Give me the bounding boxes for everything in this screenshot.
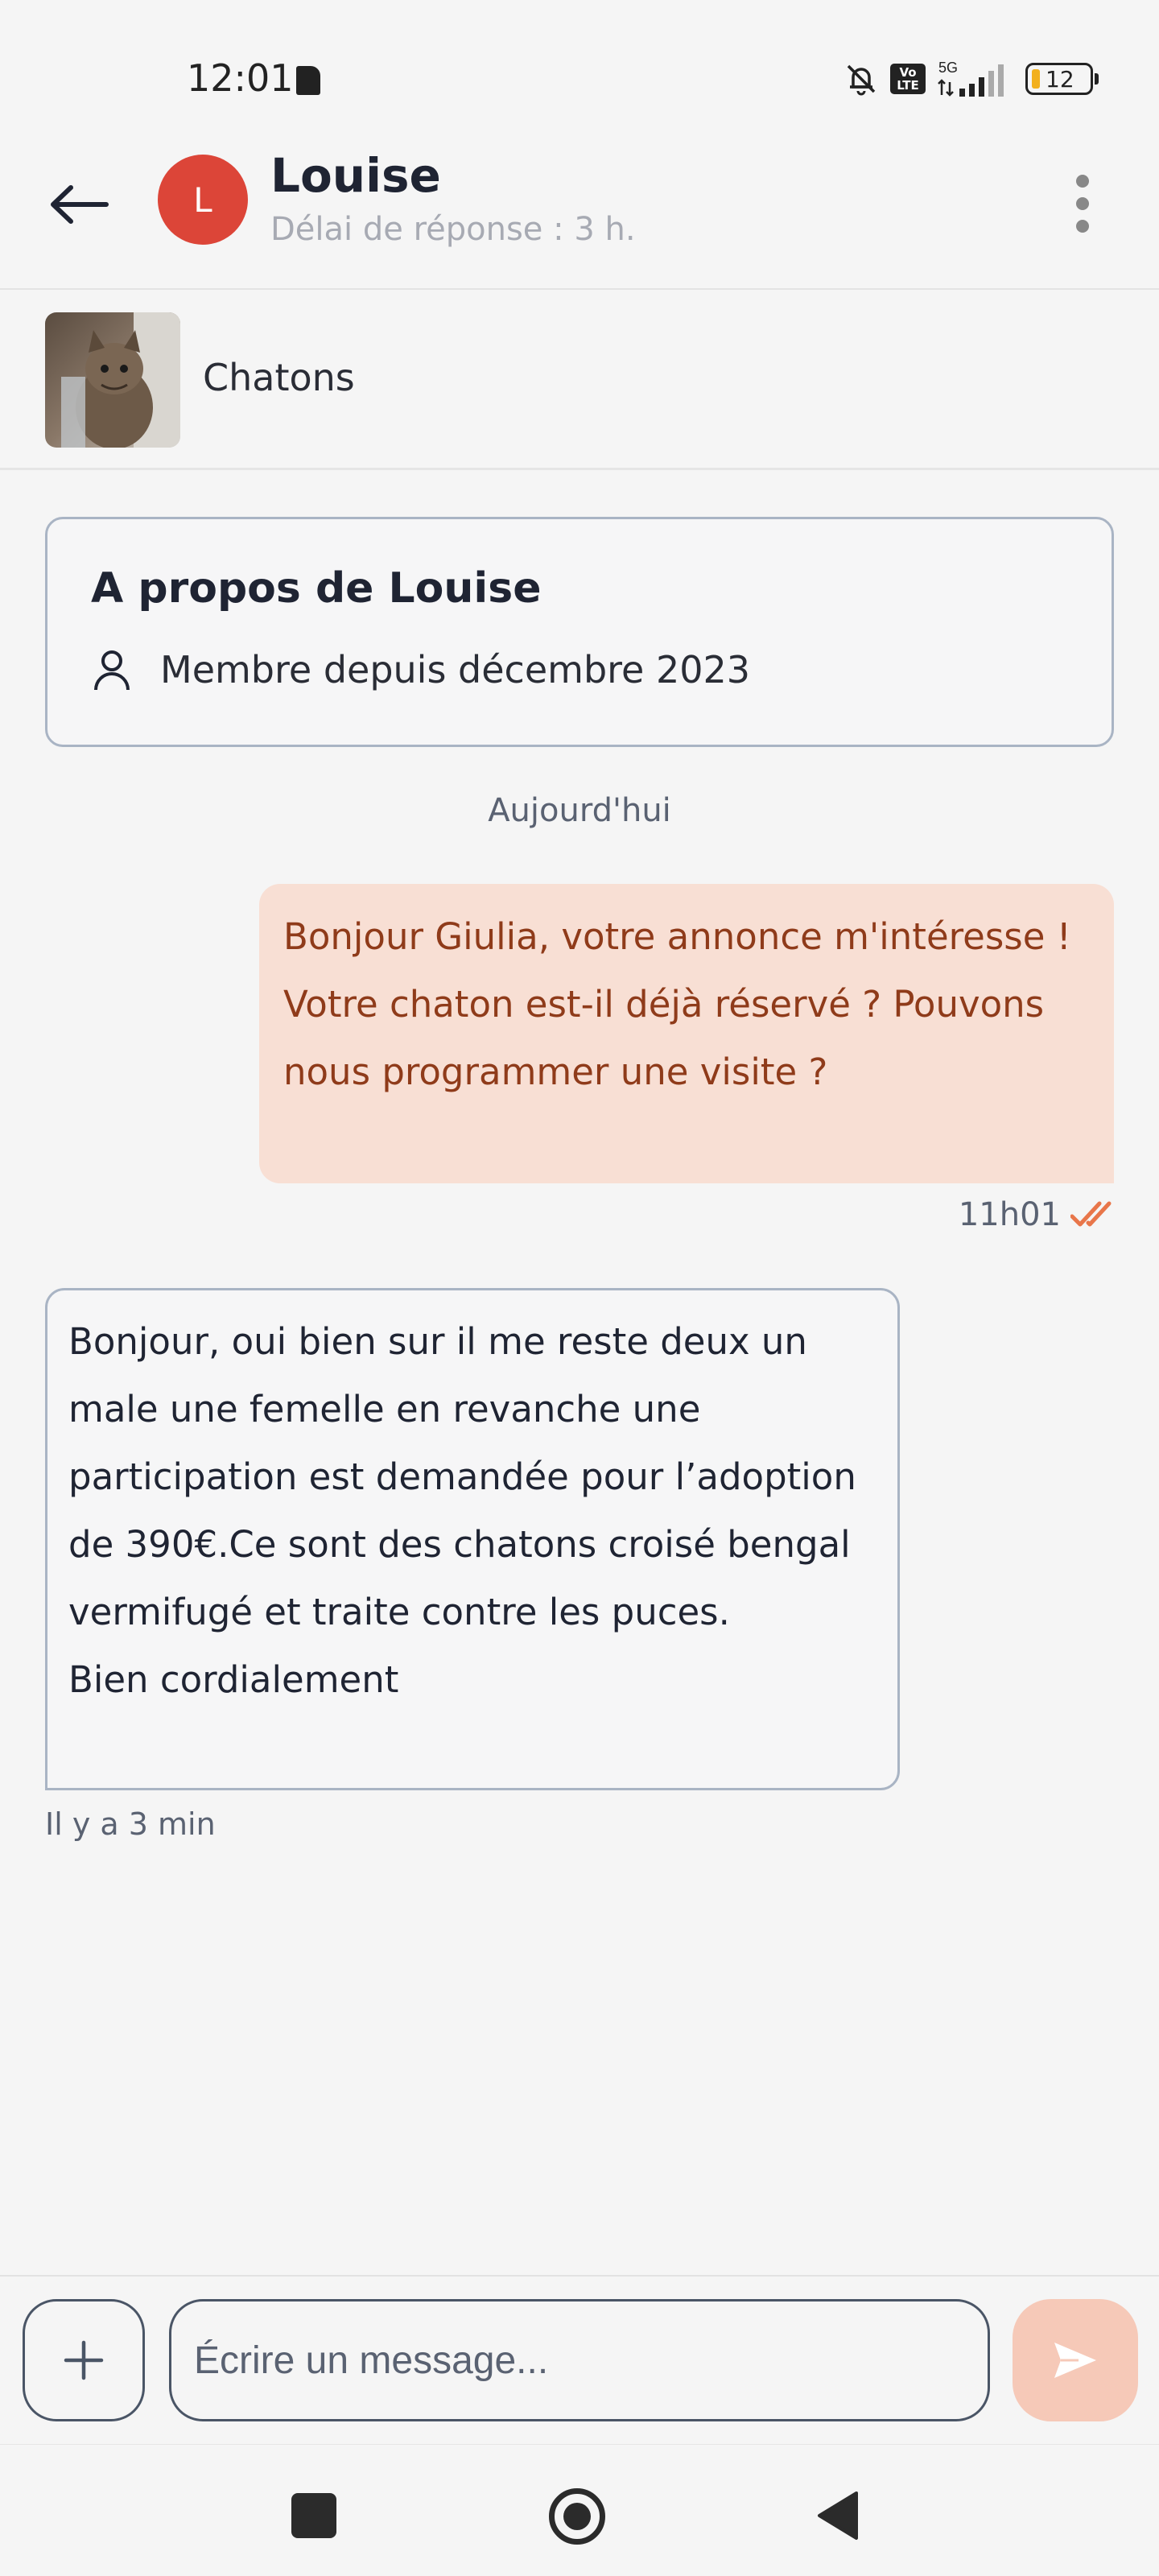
- network-type: 5G: [938, 60, 958, 76]
- bell-off-icon: [847, 64, 876, 96]
- incoming-message-time: Il y a 3 min: [45, 1806, 216, 1842]
- send-icon: [1054, 2343, 1096, 2378]
- more-vert-icon-dot: [1076, 220, 1089, 233]
- outgoing-message-text: Bonjour Giulia, votre annonce m'intéress…: [283, 915, 1071, 1093]
- system-navigation-bar: [0, 2444, 1159, 2576]
- listing-banner[interactable]: Chatons: [0, 291, 1159, 470]
- attach-button[interactable]: [23, 2299, 145, 2421]
- sim-icon: [296, 66, 320, 95]
- battery-level: 12: [1046, 66, 1074, 93]
- message-input[interactable]: [169, 2299, 990, 2421]
- member-since: Membre depuis décembre 2023: [160, 648, 751, 691]
- send-button[interactable]: [1013, 2299, 1138, 2421]
- volte-label-bottom: LTE: [897, 78, 919, 93]
- arrow-left-icon: [51, 185, 109, 224]
- more-options-button[interactable]: [1062, 167, 1103, 240]
- back-button[interactable]: [45, 171, 113, 238]
- outgoing-message-time: 11h01: [958, 1196, 1061, 1233]
- system-back-button[interactable]: [815, 2490, 863, 2541]
- status-icons: Vo LTE 5G 12: [843, 58, 1099, 100]
- incoming-message-bubble[interactable]: Bonjour, oui bien sur il me reste deux u…: [45, 1288, 900, 1790]
- recent-apps-button[interactable]: [291, 2493, 336, 2538]
- battery-icon: 12: [1025, 63, 1099, 95]
- status-time: 12:01: [187, 56, 294, 100]
- signal-icon: 5G: [938, 60, 1004, 97]
- incoming-message-text: Bonjour, oui bien sur il me reste deux u…: [68, 1320, 856, 1701]
- listing-title: Chatons: [203, 356, 355, 399]
- volte-label-top: Vo: [899, 65, 917, 80]
- about-card: A propos de Louise Membre depuis décembr…: [45, 517, 1114, 747]
- date-separator: Aujourd'hui: [488, 792, 671, 829]
- chat-header: L Louise Délai de réponse : 3 h.: [0, 145, 1159, 290]
- user-icon: [94, 650, 130, 691]
- double-check-icon: [1070, 1201, 1112, 1227]
- about-title: A propos de Louise: [91, 564, 542, 613]
- volte-icon: Vo LTE: [890, 64, 926, 94]
- avatar-letter: L: [193, 180, 212, 220]
- listing-thumbnail: [45, 312, 180, 448]
- response-time: Délai de réponse : 3 h.: [270, 211, 636, 248]
- battery-fill: [1032, 69, 1040, 89]
- contact-name[interactable]: Louise: [270, 148, 441, 203]
- status-bar: 12:01 Vo LTE 5G 12: [0, 0, 1159, 145]
- outgoing-message-meta: 11h01: [959, 1196, 1112, 1233]
- message-composer: [0, 2275, 1159, 2444]
- more-vert-icon-dot: [1076, 197, 1089, 210]
- chat-screen: 12:01 Vo LTE 5G 12 L Louise Délai de rép…: [0, 0, 1159, 2576]
- plus-icon: [64, 2340, 104, 2380]
- avatar[interactable]: L: [158, 155, 248, 245]
- home-button[interactable]: [549, 2488, 605, 2545]
- outgoing-message-bubble[interactable]: Bonjour Giulia, votre annonce m'intéress…: [259, 884, 1114, 1183]
- home-icon: [563, 2503, 591, 2530]
- more-vert-icon-dot: [1076, 175, 1089, 188]
